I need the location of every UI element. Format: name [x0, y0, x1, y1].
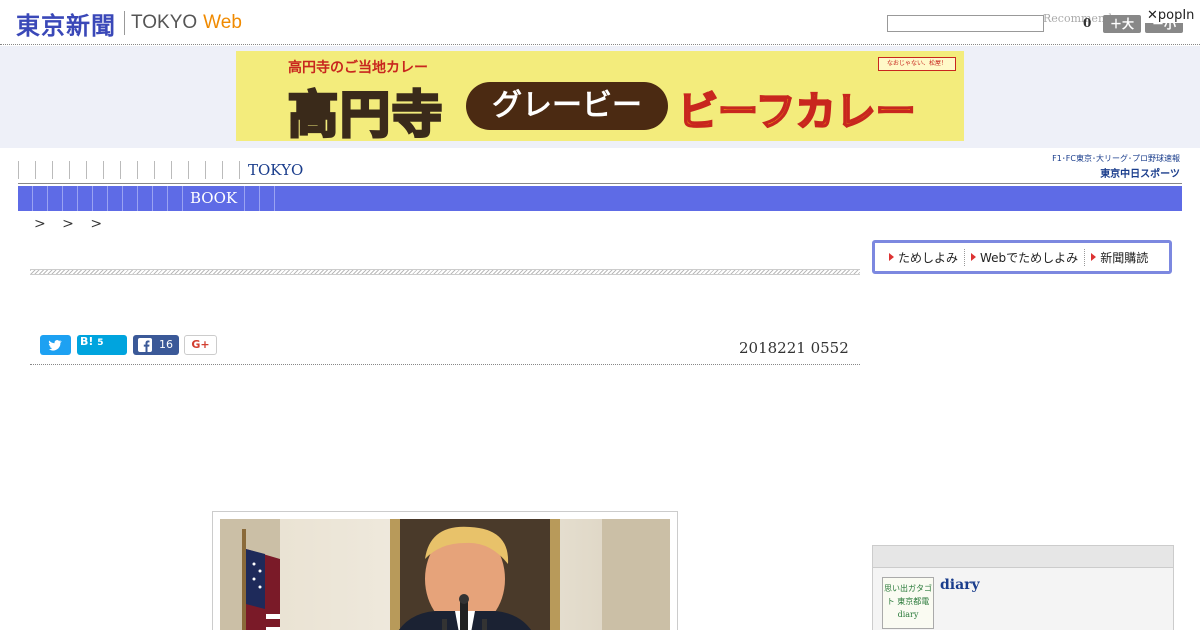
recommend-label: Recommend — [1043, 12, 1113, 25]
ad-band: 高円寺のご当地カレー 高円寺 グレービー ビーフカレー なおじゃない、松屋！ — [0, 46, 1200, 148]
twitter-icon — [48, 340, 62, 351]
chunichi-logo: 東京中日スポーツ — [1100, 169, 1180, 180]
font-size-large-button[interactable]: ＋大 — [1103, 15, 1141, 33]
site-header: 東京新聞 TOKYO Web Recommend 0 ＋大 －小 ✕popIn — [0, 0, 1200, 45]
global-nav-item[interactable] — [154, 161, 171, 179]
sub-nav-item[interactable] — [48, 186, 63, 211]
triangle-right-icon — [1091, 253, 1097, 261]
sub-nav-item[interactable] — [260, 186, 276, 211]
logo-tokyo-shimbun: 東京新聞 — [16, 11, 116, 40]
global-nav-item[interactable] — [120, 161, 137, 179]
diary-title-link[interactable]: diary — [940, 577, 980, 593]
photo-image — [220, 519, 670, 630]
ad-banner[interactable]: 高円寺のご当地カレー 高円寺 グレービー ビーフカレー なおじゃない、松屋！ — [236, 51, 964, 146]
global-nav-item[interactable] — [103, 161, 120, 179]
hatena-icon: B! — [80, 335, 94, 348]
global-nav-item[interactable] — [52, 161, 69, 179]
global-nav-item[interactable] — [137, 161, 154, 179]
logo-tokyo-text: TOKYO — [131, 12, 198, 33]
sub-nav-item[interactable] — [18, 186, 33, 211]
sub-nav-item[interactable] — [93, 186, 108, 211]
ad-beef-text: ビーフカレー — [677, 88, 917, 136]
ad-badge: なおじゃない、松屋！ — [878, 57, 956, 71]
global-nav-item[interactable] — [222, 161, 239, 179]
global-nav-item[interactable] — [35, 161, 52, 179]
diary-thumbnail[interactable]: 思い出ガタゴト 東京都電 diary — [882, 577, 934, 629]
facebook-icon — [138, 338, 152, 352]
date-rule — [30, 364, 860, 365]
tameshi-link-label: Webでためしよみ — [980, 250, 1079, 265]
global-nav-item[interactable] — [188, 161, 205, 179]
site-logo[interactable]: 東京新聞 TOKYO Web — [16, 8, 242, 40]
sub-nav: BOOK — [18, 186, 1182, 211]
sub-nav-item[interactable] — [33, 186, 48, 211]
search-input[interactable] — [887, 15, 1044, 32]
global-nav-item[interactable] — [171, 161, 188, 179]
breadcrumb: > > > — [34, 216, 109, 232]
article-photo-frame — [212, 511, 678, 630]
logo-web-text: Web — [203, 12, 242, 33]
facebook-count: 16 — [159, 338, 173, 351]
chunichi-tagline: F1･FC東京･大リーグ･プロ野球速報 — [1052, 154, 1180, 163]
global-nav-item[interactable]: TOKYO — [239, 161, 311, 179]
ad-main-text: 高円寺 — [287, 85, 444, 146]
ad-top-text: 高円寺のご当地カレー — [288, 60, 428, 76]
diary-box: 思い出ガタゴト 東京都電 diary diary — [872, 545, 1174, 630]
sub-nav-item[interactable] — [153, 186, 168, 211]
global-nav-item[interactable] — [86, 161, 103, 179]
sub-nav-item[interactable] — [78, 186, 93, 211]
facebook-share-button[interactable]: 16 — [133, 335, 179, 355]
title-divider — [30, 269, 860, 275]
logo-separator — [124, 11, 125, 35]
global-nav-item[interactable] — [205, 161, 222, 179]
popin-close-button[interactable]: ✕popIn — [1145, 8, 1197, 23]
tameshi-link[interactable]: 新聞購読 — [1085, 249, 1154, 266]
hatena-bookmark-button[interactable]: B! 5 — [77, 335, 127, 355]
sub-nav-item[interactable] — [245, 186, 261, 211]
tameshi-link-label: 新聞購読 — [1100, 250, 1149, 265]
tameshi-yomi-box: ためしよみ Webでためしよみ 新聞購読 — [872, 240, 1172, 274]
twitter-share-button[interactable] — [40, 335, 71, 355]
triangle-right-icon — [889, 253, 894, 261]
sub-nav-item[interactable] — [168, 186, 183, 211]
article-photo — [220, 519, 670, 630]
global-nav-item[interactable] — [18, 161, 35, 179]
global-nav-rule — [18, 183, 1182, 184]
sub-nav-item[interactable] — [138, 186, 153, 211]
tameshi-link-label: ためしよみ — [898, 250, 959, 265]
triangle-right-icon — [971, 253, 977, 261]
global-nav: TOKYO — [18, 158, 838, 182]
tameshi-link[interactable]: Webでためしよみ — [965, 248, 1086, 266]
sub-nav-item[interactable] — [63, 186, 78, 211]
hatena-count: 5 — [97, 338, 104, 348]
article-date: 2018221 0552 — [739, 339, 849, 357]
sub-nav-item[interactable] — [123, 186, 138, 211]
sub-nav-item[interactable]: BOOK — [183, 186, 246, 211]
sub-nav-item[interactable] — [108, 186, 123, 211]
google-plus-button[interactable]: G+ — [184, 335, 217, 355]
recommend-count: 0 — [1083, 16, 1092, 30]
ad-gravy-text: グレービー — [466, 82, 668, 130]
diary-box-header — [873, 546, 1173, 568]
chunichi-sports-link[interactable]: F1･FC東京･大リーグ･プロ野球速報 東京中日スポーツ — [1024, 153, 1180, 180]
tameshi-link[interactable]: ためしよみ — [883, 248, 966, 266]
global-nav-item[interactable] — [69, 161, 86, 179]
